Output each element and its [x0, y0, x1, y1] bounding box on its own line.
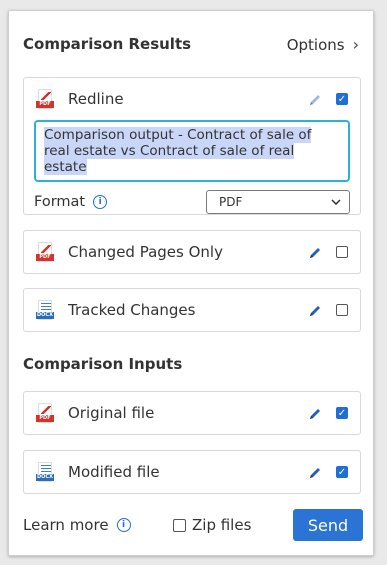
- pencil-icon[interactable]: [308, 245, 322, 259]
- chevron-down-icon: [331, 199, 341, 205]
- format-row: Format i PDF: [24, 182, 360, 214]
- learn-more-link[interactable]: Learn more i: [23, 516, 173, 534]
- tracked-changes-card: DOCX Tracked Changes: [23, 288, 361, 332]
- modified-file-label: Modified file: [68, 463, 160, 481]
- changed-pages-row[interactable]: PDF Changed Pages Only: [24, 231, 360, 273]
- options-label: Options: [286, 35, 345, 54]
- pencil-icon[interactable]: [308, 303, 322, 317]
- pencil-icon[interactable]: [308, 465, 322, 479]
- redline-row[interactable]: PDF Redline ✓: [24, 78, 360, 120]
- pdf-icon: PDF: [36, 242, 54, 262]
- original-file-card: PDF Original file ✓: [23, 391, 361, 435]
- tracked-changes-row[interactable]: DOCX Tracked Changes: [24, 289, 360, 331]
- docx-icon: DOCX: [36, 300, 54, 320]
- pencil-icon[interactable]: [308, 406, 322, 420]
- learn-more-label: Learn more: [23, 516, 109, 534]
- modified-file-checkbox[interactable]: ✓: [336, 466, 348, 478]
- format-label: Format: [34, 194, 86, 210]
- chevron-right-icon: ›: [352, 35, 359, 54]
- zip-files-checkbox[interactable]: [173, 518, 186, 532]
- comparison-panel: Comparison Results Options › PDF Redline…: [8, 10, 374, 556]
- tracked-changes-checkbox[interactable]: [336, 304, 348, 316]
- options-link[interactable]: Options ›: [287, 35, 359, 54]
- zip-files-toggle[interactable]: Zip files: [173, 516, 291, 534]
- redline-output-name-input[interactable]: Comparison output - Contract of sale of …: [34, 120, 350, 182]
- original-file-checkbox[interactable]: ✓: [336, 407, 348, 419]
- format-select-value: PDF: [219, 195, 243, 209]
- footer-bar: Learn more i Zip files Send: [23, 509, 363, 541]
- docx-icon: DOCX: [36, 462, 54, 482]
- info-icon: i: [116, 518, 131, 532]
- redline-checkbox[interactable]: ✓: [336, 93, 348, 105]
- changed-pages-checkbox[interactable]: [336, 246, 348, 258]
- format-select[interactable]: PDF: [206, 190, 350, 214]
- send-button[interactable]: Send: [293, 509, 363, 541]
- tracked-changes-label: Tracked Changes: [68, 301, 196, 319]
- redline-card: PDF Redline ✓ Comparison output - Contra…: [23, 77, 361, 215]
- comparison-results-title: Comparison Results: [23, 35, 192, 53]
- changed-pages-card: PDF Changed Pages Only: [23, 230, 361, 274]
- pencil-icon[interactable]: [308, 92, 322, 106]
- changed-pages-label: Changed Pages Only: [68, 243, 223, 261]
- comparison-inputs-title: Comparison Inputs: [23, 355, 183, 373]
- original-file-row[interactable]: PDF Original file ✓: [24, 392, 360, 434]
- redline-label: Redline: [68, 90, 124, 108]
- modified-file-card: DOCX Modified file ✓: [23, 450, 361, 494]
- output-name-text: Comparison output - Contract of sale of …: [44, 127, 312, 175]
- original-file-label: Original file: [68, 404, 155, 422]
- pdf-icon: PDF: [36, 89, 54, 109]
- format-label-wrap: Format i: [34, 194, 206, 210]
- info-icon[interactable]: i: [93, 195, 108, 209]
- pdf-icon: PDF: [36, 403, 54, 423]
- modified-file-row[interactable]: DOCX Modified file ✓: [24, 451, 360, 493]
- zip-files-label: Zip files: [192, 516, 252, 534]
